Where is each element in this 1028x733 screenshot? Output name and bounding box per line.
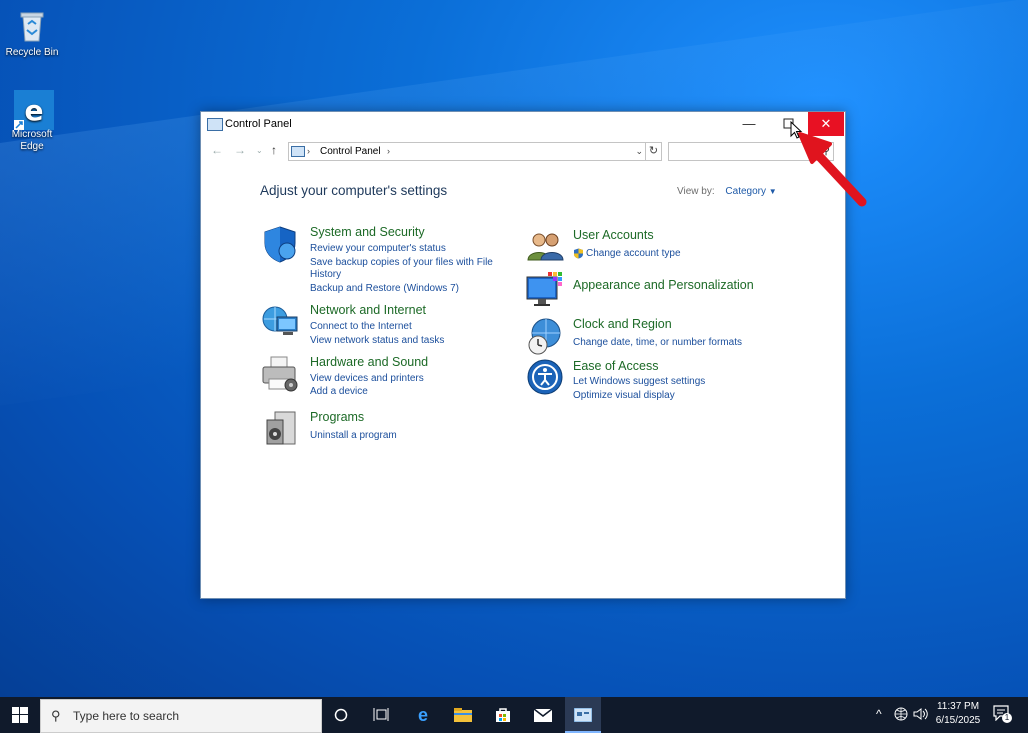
clock-globe-icon: [526, 317, 564, 355]
address-bar[interactable]: › Control Panel › ⌄: [288, 142, 646, 161]
category-link[interactable]: Add a device: [310, 385, 368, 398]
network-globe-tray-icon[interactable]: [894, 707, 908, 724]
notification-badge: 1: [1002, 713, 1012, 723]
address-dropdown-icon[interactable]: ⌄: [635, 143, 643, 160]
task-view-icon[interactable]: [370, 704, 392, 726]
category-link[interactable]: Change account type: [573, 247, 681, 260]
breadcrumb-control-panel[interactable]: Control Panel: [320, 143, 381, 160]
control-panel-icon: [207, 118, 223, 131]
control-panel-window: Control Panel — ✕ ← → ⌄ ↑ › Control Pane…: [200, 111, 846, 599]
view-by-dropdown[interactable]: Category ▼: [725, 186, 776, 197]
dropdown-triangle-icon: ▼: [768, 187, 777, 196]
programs-box-icon: [261, 410, 299, 448]
file-explorer-icon[interactable]: [452, 704, 474, 726]
system-clock[interactable]: 11:37 PM 6/15/2025: [930, 700, 986, 728]
category-link[interactable]: Backup and Restore (Windows 7): [310, 282, 459, 295]
category-title[interactable]: Clock and Region: [573, 317, 672, 331]
mouse-cursor-icon: [790, 121, 803, 139]
recycle-bin-icon: [14, 8, 50, 44]
control-panel-taskbar-button[interactable]: [565, 697, 601, 733]
svg-text:e: e: [25, 94, 44, 127]
recent-locations-chevron-icon[interactable]: ⌄: [256, 146, 263, 155]
category-title[interactable]: Hardware and Sound: [310, 355, 428, 369]
clock-date: 6/15/2025: [935, 715, 981, 726]
category-link[interactable]: Uninstall a program: [310, 429, 397, 442]
monitor-palette-icon: [526, 271, 564, 309]
category-title[interactable]: Programs: [310, 410, 364, 424]
back-arrow-icon[interactable]: ←: [211, 143, 223, 157]
edge-taskbar-icon[interactable]: e: [412, 704, 434, 726]
control-panel-icon: [574, 708, 592, 722]
category-link[interactable]: Let Windows suggest settings: [573, 375, 705, 388]
category-link[interactable]: Connect to the Internet: [310, 320, 412, 333]
category-title[interactable]: System and Security: [310, 225, 425, 239]
view-by-label: View by:: [677, 186, 715, 197]
edge-icon: e: [14, 90, 54, 130]
taskbar-search-placeholder: Type here to search: [73, 709, 180, 723]
taskbar: ⚲ Type here to search e ^ 11:37 PM 6/15/…: [0, 697, 1028, 733]
breadcrumb-chevron-icon: ›: [307, 146, 310, 156]
forward-arrow-icon[interactable]: →: [234, 143, 246, 157]
title-bar[interactable]: Control Panel — ✕: [201, 112, 845, 137]
up-arrow-icon[interactable]: ↑: [271, 143, 277, 157]
desktop-icon-label: Recycle Bin: [5, 47, 59, 58]
users-icon: [526, 228, 564, 266]
category-link[interactable]: History: [310, 268, 341, 281]
action-center-button[interactable]: 1: [993, 705, 1012, 726]
category-title[interactable]: Appearance and Personalization: [573, 278, 754, 292]
category-title[interactable]: User Accounts: [573, 228, 654, 242]
search-icon: ⚲: [51, 708, 61, 723]
volume-icon[interactable]: [913, 707, 929, 724]
taskbar-search-box[interactable]: ⚲ Type here to search: [40, 699, 322, 733]
control-panel-icon: [291, 146, 305, 157]
mail-icon[interactable]: [532, 704, 554, 726]
uac-shield-icon: [574, 248, 583, 259]
window-title: Control Panel: [225, 118, 292, 130]
refresh-button[interactable]: ↻: [645, 142, 662, 161]
page-heading: Adjust your computer's settings: [260, 183, 448, 198]
desktop-icon-microsoft-edge[interactable]: e Microsoft Edge: [0, 90, 64, 153]
breadcrumb-chevron-icon[interactable]: ›: [387, 143, 390, 160]
desktop-icon-recycle-bin[interactable]: Recycle Bin: [0, 8, 64, 59]
shield-icon: [261, 225, 299, 263]
view-by: View by: Category ▼: [677, 186, 777, 197]
category-link[interactable]: Review your computer's status: [310, 242, 446, 255]
navigation-bar: ← → ⌄ ↑ › Control Panel › ⌄ ↻ ⚲: [201, 140, 845, 162]
start-button[interactable]: [0, 697, 40, 733]
ease-of-access-icon: [526, 358, 564, 396]
category-link[interactable]: Optimize visual display: [573, 389, 675, 402]
category-title[interactable]: Network and Internet: [310, 303, 426, 317]
printer-icon: [261, 355, 299, 393]
show-hidden-icons-chevron-icon[interactable]: ^: [876, 707, 882, 721]
minimize-button[interactable]: —: [731, 112, 767, 136]
desktop-icon-label: Microsoft Edge: [11, 129, 53, 152]
cortana-icon[interactable]: [330, 704, 352, 726]
category-link[interactable]: View devices and printers: [310, 372, 424, 385]
windows-logo-icon: [12, 707, 28, 723]
category-link[interactable]: Change date, time, or number formats: [573, 336, 742, 349]
refresh-icon: ↻: [648, 145, 659, 157]
network-globe-icon: [261, 303, 299, 341]
clock-time: 11:37 PM: [936, 701, 980, 712]
store-icon[interactable]: [492, 704, 514, 726]
category-link[interactable]: View network status and tasks: [310, 334, 444, 347]
category-title[interactable]: Ease of Access: [573, 359, 658, 373]
